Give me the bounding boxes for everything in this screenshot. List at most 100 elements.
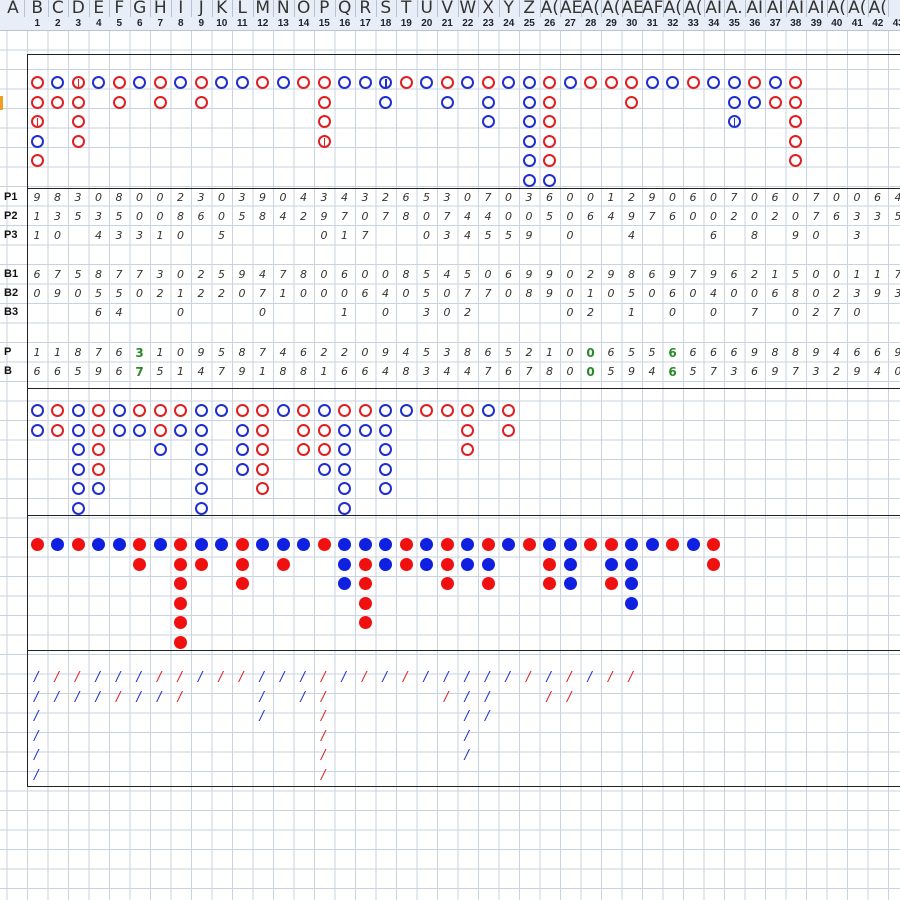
column-number: 30 xyxy=(626,18,638,29)
result-ring-icon xyxy=(71,115,85,128)
result-ring-icon xyxy=(440,95,454,109)
column-letter[interactable]: AI xyxy=(765,0,786,16)
column-letter[interactable]: F xyxy=(109,0,130,16)
column-letter[interactable]: E xyxy=(89,0,110,16)
column-letter[interactable]: A( xyxy=(540,0,561,16)
digit-cell: 7 xyxy=(689,268,697,281)
digit-cell: 5 xyxy=(888,210,900,223)
column-number: 43 xyxy=(892,18,900,29)
result-ring-icon xyxy=(727,95,741,109)
result-ring-icon xyxy=(420,76,433,89)
digit-cell: 1 xyxy=(33,210,41,223)
digit-cell: 0 xyxy=(238,287,246,300)
column-letter[interactable]: A( xyxy=(601,0,622,16)
column-letter[interactable]: AI xyxy=(806,0,827,16)
digit-cell: 1 xyxy=(628,306,635,319)
slash-mark-icon: / xyxy=(526,670,531,685)
column-letter[interactable]: AE xyxy=(622,0,643,16)
spreadsheet-grid[interactable] xyxy=(0,0,900,900)
column-letter[interactable]: I xyxy=(171,0,192,16)
slash-mark-icon: / xyxy=(546,689,551,705)
slash-mark-icon: / xyxy=(198,670,203,685)
column-letter[interactable]: P xyxy=(314,0,335,16)
column-letter[interactable]: A( xyxy=(868,0,889,16)
column-letter[interactable]: U xyxy=(417,0,438,16)
column-number: 22 xyxy=(462,18,474,29)
column-letter[interactable]: A( xyxy=(663,0,684,16)
digit-cell: 1 xyxy=(546,346,553,359)
slash-mark-icon: / xyxy=(259,670,264,685)
slash-mark-icon: / xyxy=(321,767,326,783)
result-ring-icon xyxy=(543,154,556,167)
digit-cell: 8 xyxy=(402,365,410,378)
digit-cell: 9 xyxy=(95,365,102,378)
digit-cell: 5 xyxy=(218,229,225,242)
filled-dot-icon xyxy=(379,557,392,571)
digit-cell: 4 xyxy=(443,365,451,378)
column-letter[interactable]: Z xyxy=(519,0,540,16)
digit-cell: 6 xyxy=(54,365,61,378)
bead-ring-icon xyxy=(276,404,290,417)
column-letter[interactable]: AF xyxy=(642,0,663,16)
column-letter[interactable]: Q xyxy=(335,0,356,16)
column-letter[interactable]: S xyxy=(376,0,397,16)
column-letter[interactable]: AE xyxy=(560,0,581,16)
digit-cell: 7 xyxy=(484,287,492,300)
column-letter[interactable]: G xyxy=(130,0,151,16)
digit-cell: 8 xyxy=(54,191,61,204)
slash-mark-icon: / xyxy=(628,670,633,685)
digit-cell: 8 xyxy=(628,268,635,281)
column-letter[interactable]: AI xyxy=(704,0,725,16)
digit-cell: 9 xyxy=(546,268,553,281)
slash-mark-icon: / xyxy=(464,709,469,724)
column-letter[interactable]: N xyxy=(273,0,294,16)
column-letter[interactable]: H xyxy=(150,0,171,16)
digit-cell: 8 xyxy=(464,346,471,359)
slash-mark-icon: / xyxy=(136,670,141,685)
column-letter[interactable]: A( xyxy=(581,0,602,16)
digit-cell: 5 xyxy=(423,287,430,300)
bead-ring-icon xyxy=(256,482,269,495)
column-letter[interactable]: AI xyxy=(745,0,766,16)
filled-dot-icon xyxy=(481,577,495,590)
digit-cell: 8 xyxy=(300,365,307,378)
column-letter[interactable]: M xyxy=(253,0,274,16)
column-letter[interactable]: B xyxy=(27,0,48,16)
digit-cell: 0 xyxy=(792,191,799,204)
result-ring-icon xyxy=(522,154,536,167)
column-letter[interactable]: C xyxy=(48,0,69,16)
digit-cell: 2 xyxy=(587,306,594,319)
column-letter[interactable]: A. xyxy=(724,0,745,16)
slash-mark-icon: / xyxy=(54,689,59,705)
filled-dot-icon xyxy=(604,577,618,590)
section-border xyxy=(27,786,900,787)
digit-cell: 0 xyxy=(320,268,328,281)
column-letter[interactable]: A xyxy=(2,0,24,16)
slash-mark-icon: / xyxy=(341,670,346,685)
slash-mark-icon: / xyxy=(136,689,141,705)
filled-dot-icon xyxy=(686,538,700,551)
digit-cell: 4 xyxy=(710,287,717,300)
column-letter[interactable]: A( xyxy=(827,0,848,16)
column-letter[interactable]: K xyxy=(212,0,233,16)
column-letter[interactable]: Y xyxy=(499,0,520,16)
column-letter[interactable]: O xyxy=(294,0,315,16)
column-letter[interactable]: L xyxy=(232,0,253,16)
column-letter[interactable]: A( xyxy=(847,0,868,16)
digit-cell: 9 xyxy=(238,365,246,378)
column-letter[interactable]: A( xyxy=(683,0,704,16)
column-letter[interactable]: V xyxy=(437,0,458,16)
column-letter[interactable]: W xyxy=(458,0,479,16)
digit-cell: 0 xyxy=(54,229,61,242)
digit-cell: 0 xyxy=(751,287,758,300)
column-letter[interactable]: X xyxy=(478,0,499,16)
column-letter[interactable]: AI xyxy=(786,0,807,16)
column-letter[interactable]: J xyxy=(191,0,212,16)
column-letter[interactable]: D xyxy=(68,0,89,16)
digit-cell: 4 xyxy=(402,346,410,359)
digit-cell: 6 xyxy=(115,346,123,359)
column-letter[interactable]: T xyxy=(396,0,417,16)
digit-cell: 6 xyxy=(300,346,307,359)
column-letter[interactable]: R xyxy=(355,0,376,16)
digit-cell: 0 xyxy=(464,191,471,204)
